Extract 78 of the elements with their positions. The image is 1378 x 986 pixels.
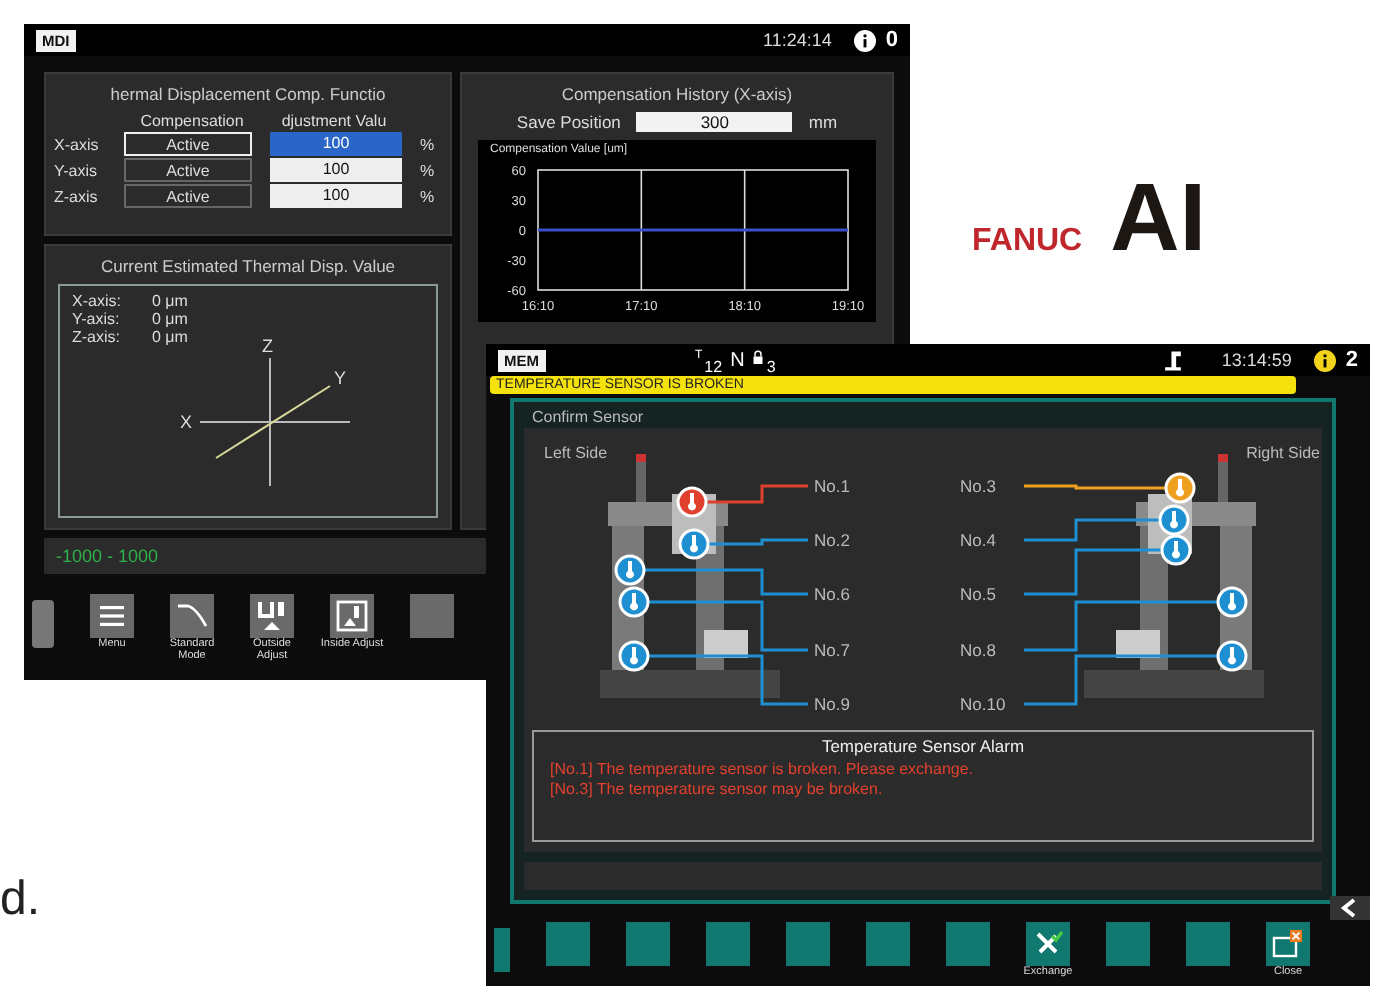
softkey-button[interactable]	[90, 594, 134, 638]
probe-icon	[256, 600, 288, 632]
panel-title: Current Estimated Thermal Disp. Value	[98, 256, 398, 276]
info-icon	[853, 29, 876, 51]
lock-icon	[752, 349, 765, 365]
softkey-button[interactable]	[170, 594, 214, 638]
caption-text: d.	[0, 872, 41, 928]
value-text: 0 μm	[152, 328, 188, 346]
panel-title: hermal Displacement Comp. Functio	[108, 84, 388, 104]
grid-line	[743, 168, 746, 290]
sequence-label: N	[730, 349, 745, 371]
sensor-label: No.9	[814, 694, 850, 714]
softkey-button[interactable]	[250, 594, 294, 638]
compensation-cell[interactable]: Active	[124, 158, 252, 182]
value-text: 0 μm	[152, 292, 188, 310]
grid-line	[640, 168, 643, 290]
side-label: Left Side	[544, 444, 608, 462]
sensor-label: No.8	[960, 640, 996, 660]
clock-time: 11:24:14	[763, 30, 832, 50]
axis-label: X-axis	[54, 135, 101, 153]
sensor-label: No.1	[814, 476, 850, 496]
thermometer-icon	[688, 493, 696, 511]
column-header: djustment Valu	[279, 112, 389, 130]
unit-label: %	[420, 187, 435, 205]
axis-label: Y-axis	[54, 161, 99, 179]
softkey-button[interactable]	[1266, 922, 1310, 966]
sensor-label: No.3	[960, 476, 996, 496]
axis-label: Z-axis:	[72, 328, 122, 346]
compensation-cell[interactable]: Active	[124, 184, 252, 208]
sensor-label: No.4	[960, 530, 996, 550]
save-position-field[interactable]: 300	[636, 112, 793, 132]
brand-logo: FANUC	[972, 224, 1083, 260]
axis-label: X	[180, 412, 193, 432]
alarm-line: [No.1] The temperature sensor is broken. Please exchange.	[550, 760, 976, 780]
thermometer-icon	[690, 535, 698, 553]
panel-title: Confirm Sensor	[530, 406, 646, 428]
axis-label: Y-axis:	[72, 310, 122, 328]
alarm-line: [No.3] The temperature sensor may be broken.	[550, 780, 885, 800]
alarm-count: 0	[885, 28, 898, 52]
alarm-count: 2	[1345, 348, 1358, 372]
compensation-cell[interactable]: Active	[124, 132, 252, 156]
unit-label: mm	[808, 112, 838, 132]
softkey-button[interactable]	[1026, 922, 1070, 966]
thermometer-icon	[630, 647, 638, 665]
range-text: -1000 - 1000	[56, 546, 159, 566]
sensor-label: No.2	[814, 530, 850, 550]
side-label: Right Side	[1246, 444, 1320, 462]
sensor-label: No.6	[814, 584, 850, 604]
value-text: 0 μm	[152, 310, 188, 328]
thermometer-icon	[1228, 593, 1236, 611]
alarm-title: Temperature Sensor Alarm	[819, 736, 1027, 756]
close-icon	[1272, 928, 1304, 960]
axis-label: Y	[334, 368, 347, 388]
chevron-left-icon[interactable]	[1330, 896, 1370, 920]
sensor-label: No.10	[960, 694, 1006, 714]
curve-icon	[176, 600, 208, 632]
logo-mark: AI	[1110, 172, 1207, 268]
thermometer-icon	[1228, 647, 1236, 665]
menu-icon	[96, 600, 128, 632]
axis-label: Z	[262, 336, 273, 356]
value-field[interactable]: 100	[270, 158, 402, 182]
column-header: Compensation	[138, 112, 246, 130]
axis-label: Z-axis	[54, 187, 100, 205]
value-field[interactable]: 100	[270, 184, 402, 208]
panel-title: Compensation History (X-axis)	[559, 84, 795, 104]
tool-number: 12	[704, 357, 723, 375]
save-position-label: Save Position	[516, 112, 621, 132]
value-field[interactable]: 100	[270, 132, 402, 156]
unit-label: %	[420, 161, 435, 179]
axis-label: X-axis:	[72, 292, 123, 310]
unit-label: %	[420, 135, 435, 153]
softkey-button[interactable]	[330, 594, 374, 638]
clock-time: 13:14:59	[1221, 350, 1292, 370]
lock-number: 3	[766, 357, 776, 375]
probe-icon	[336, 600, 368, 632]
info-icon	[1313, 349, 1336, 371]
sensor-label: No.5	[960, 584, 996, 604]
sensor-label: No.7	[814, 640, 850, 660]
